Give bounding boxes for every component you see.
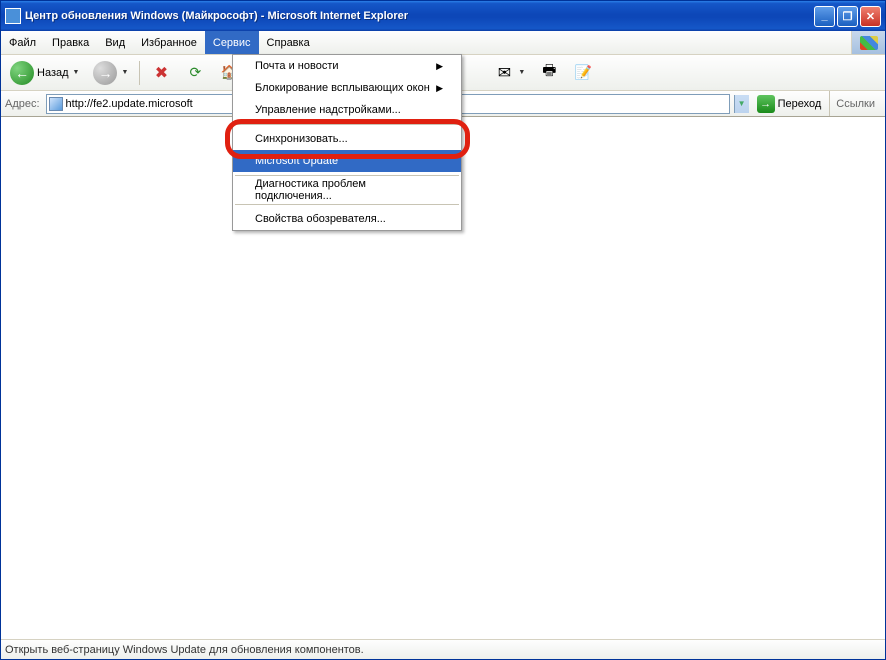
menu-item-label: Microsoft Update	[255, 155, 338, 167]
back-label: Назад	[37, 67, 69, 79]
print-button[interactable]: 🖶	[534, 59, 564, 87]
stop-icon: ✖	[151, 63, 171, 83]
refresh-button[interactable]: ⟳	[180, 59, 210, 87]
menu-item-label: Свойства обозревателя...	[255, 213, 386, 225]
page-icon	[49, 97, 63, 111]
menu-separator	[235, 204, 459, 205]
menu-item-microsoft-update[interactable]: Microsoft Update	[233, 150, 461, 172]
menu-file[interactable]: Файл	[1, 31, 44, 54]
window-controls: _ ❐ ✕	[814, 6, 881, 27]
menu-item-manage-addons[interactable]: Управление надстройками...	[233, 99, 461, 121]
close-button[interactable]: ✕	[860, 6, 881, 27]
menu-edit[interactable]: Правка	[44, 31, 97, 54]
links-label[interactable]: Ссылки	[829, 91, 881, 116]
menu-item-internet-options[interactable]: Свойства обозревателя...	[233, 208, 461, 230]
back-arrow-icon: ←	[10, 61, 34, 85]
submenu-arrow-icon: ▶	[436, 61, 443, 72]
go-button[interactable]: → Переход	[753, 94, 826, 114]
go-arrow-icon: →	[757, 95, 775, 113]
menu-favorites[interactable]: Избранное	[133, 31, 205, 54]
menu-item-label: Диагностика проблем подключения...	[255, 178, 443, 202]
menu-item-label: Синхронизовать...	[255, 133, 348, 145]
menu-item-synchronize[interactable]: Синхронизовать...	[233, 128, 461, 150]
menu-view[interactable]: Вид	[97, 31, 133, 54]
edit-icon: 📝	[573, 63, 593, 83]
menu-item-diagnose[interactable]: Диагностика проблем подключения...	[233, 179, 461, 201]
minimize-button[interactable]: _	[814, 6, 835, 27]
go-label: Переход	[778, 98, 822, 110]
back-button[interactable]: ← Назад ▼	[5, 57, 84, 89]
refresh-icon: ⟳	[185, 63, 205, 83]
separator	[139, 61, 140, 85]
tools-dropdown-menu: Почта и новости ▶ Блокирование всплывающ…	[232, 54, 462, 231]
url-dropdown-button[interactable]: ▼	[734, 95, 749, 113]
windows-flag-icon[interactable]	[851, 31, 885, 54]
menu-item-mail-news[interactable]: Почта и новости ▶	[233, 55, 461, 77]
menu-separator	[235, 124, 459, 125]
forward-button[interactable]: → ▼	[88, 57, 133, 89]
chevron-down-icon: ▼	[518, 69, 525, 76]
menu-item-label: Почта и новости	[255, 60, 339, 72]
forward-arrow-icon: →	[93, 61, 117, 85]
window-title: Центр обновления Windows (Майкрософт) - …	[25, 10, 814, 22]
menu-item-label: Блокирование всплывающих окон	[255, 82, 430, 94]
browser-window: Центр обновления Windows (Майкрософт) - …	[0, 0, 886, 660]
app-icon	[5, 8, 21, 24]
edit-button[interactable]: 📝	[568, 59, 598, 87]
chevron-down-icon: ▼	[73, 69, 80, 76]
menu-tools[interactable]: Сервис	[205, 31, 259, 54]
maximize-button[interactable]: ❐	[837, 6, 858, 27]
submenu-arrow-icon: ▶	[436, 83, 443, 94]
menu-separator	[235, 175, 459, 176]
statusbar: Открыть веб-страницу Windows Update для …	[1, 639, 885, 659]
print-icon: 🖶	[539, 63, 559, 83]
menu-item-popup-blocker[interactable]: Блокирование всплывающих окон ▶	[233, 77, 461, 99]
stop-button[interactable]: ✖	[146, 59, 176, 87]
address-label: Адрес:	[5, 98, 42, 110]
status-text: Открыть веб-страницу Windows Update для …	[5, 644, 364, 656]
mail-icon: ✉	[494, 63, 514, 83]
menubar: Файл Правка Вид Избранное Сервис Справка	[1, 31, 885, 55]
mail-button[interactable]: ✉ ▼	[489, 59, 530, 87]
chevron-down-icon: ▼	[121, 69, 128, 76]
menu-item-label: Управление надстройками...	[255, 104, 401, 116]
menu-help[interactable]: Справка	[259, 31, 318, 54]
titlebar[interactable]: Центр обновления Windows (Майкрософт) - …	[1, 1, 885, 31]
